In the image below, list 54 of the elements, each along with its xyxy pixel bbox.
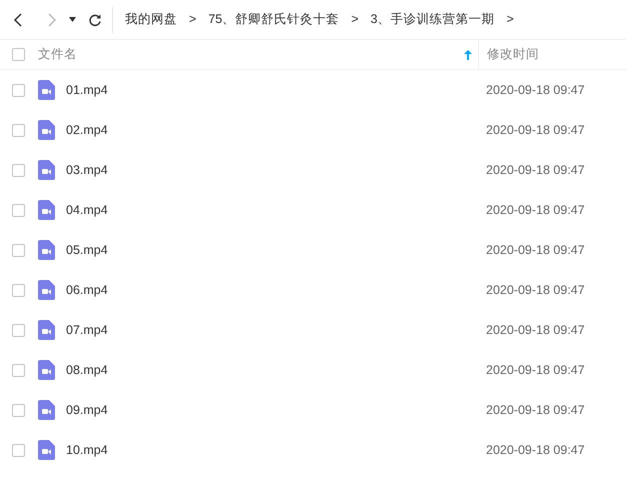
modified-time: 2020-09-18 09:47 — [486, 322, 586, 339]
breadcrumb-item[interactable]: 我的网盘 — [125, 10, 177, 29]
modified-time: 2020-09-18 09:47 — [486, 202, 586, 219]
breadcrumb-item[interactable]: 3、手诊训练营第一期 — [370, 10, 494, 29]
checkbox[interactable] — [12, 48, 25, 61]
breadcrumb-separator: > — [506, 11, 514, 28]
checkbox[interactable] — [12, 364, 25, 376]
video-file-icon — [38, 240, 55, 260]
breadcrumb-separator: > — [189, 11, 196, 28]
file-name[interactable]: 07.mp4 — [66, 320, 486, 340]
modified-time: 2020-09-18 09:47 — [486, 82, 586, 99]
video-file-icon — [38, 80, 55, 100]
checkbox[interactable] — [12, 124, 25, 136]
modified-time: 2020-09-18 09:47 — [486, 282, 586, 299]
file-name[interactable]: 05.mp4 — [66, 240, 486, 260]
checkbox[interactable] — [12, 244, 25, 256]
modified-time: 2020-09-18 09:47 — [486, 362, 586, 379]
breadcrumb-item[interactable]: 75、舒卿舒氏针灸十套 — [208, 10, 340, 29]
column-header[interactable]: 文件名 — [38, 45, 464, 64]
checkbox[interactable] — [12, 404, 25, 416]
file-name[interactable]: 03.mp4 — [66, 160, 486, 180]
video-file-icon — [38, 280, 55, 300]
video-file-icon — [38, 160, 55, 180]
video-file-icon — [38, 200, 55, 220]
file-name[interactable]: 06.mp4 — [66, 280, 486, 300]
column-header[interactable]: 修改时间 — [478, 40, 626, 70]
back-icon[interactable] — [13, 12, 23, 26]
checkbox[interactable] — [12, 164, 25, 176]
checkbox[interactable] — [12, 444, 25, 456]
modified-time: 2020-09-18 09:47 — [486, 402, 586, 419]
dropdown-caret-icon[interactable] — [69, 17, 76, 22]
sort-ascending-icon[interactable] — [464, 50, 472, 60]
refresh-icon[interactable] — [88, 12, 102, 26]
checkbox[interactable] — [12, 324, 25, 336]
video-file-icon — [38, 120, 55, 140]
video-file-icon — [38, 320, 55, 340]
forward-icon[interactable] — [47, 12, 57, 26]
modified-time: 2020-09-18 09:47 — [486, 122, 586, 139]
video-file-icon — [38, 400, 55, 420]
file-name[interactable]: 04.mp4 — [66, 200, 486, 220]
modified-time: 2020-09-18 09:47 — [486, 442, 586, 459]
video-file-icon — [38, 440, 55, 460]
checkbox[interactable] — [12, 284, 25, 296]
file-name[interactable]: 08.mp4 — [66, 360, 486, 380]
breadcrumb-separator: > — [351, 11, 359, 28]
file-name[interactable]: 10.mp4 — [66, 440, 486, 460]
file-name[interactable]: 09.mp4 — [66, 400, 486, 420]
modified-time: 2020-09-18 09:47 — [486, 242, 586, 259]
modified-time: 2020-09-18 09:47 — [486, 162, 586, 179]
checkbox[interactable] — [12, 204, 25, 216]
file-name[interactable]: 02.mp4 — [66, 120, 486, 140]
video-file-icon — [38, 360, 55, 380]
file-name[interactable]: 01.mp4 — [66, 80, 486, 100]
checkbox[interactable] — [12, 84, 25, 96]
